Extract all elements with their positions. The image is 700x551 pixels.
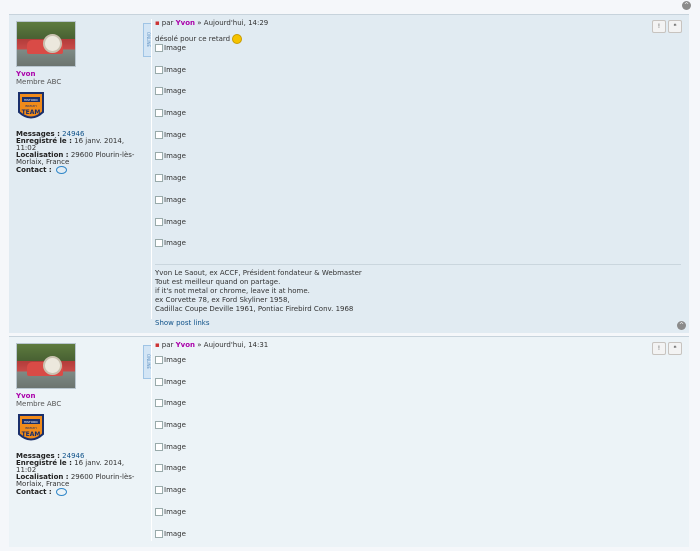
- svg-text:HISTORIC: HISTORIC: [24, 98, 38, 102]
- post-profile: Yvon Membre ABC HISTORIC BREIZH TEAM Mes…: [16, 21, 144, 174]
- contact-label: Contact :: [16, 166, 52, 174]
- post-time: » Aujourd'hui, 14:31: [197, 341, 268, 349]
- smiley-icon: [232, 34, 242, 44]
- image-placeholder[interactable]: Image: [155, 443, 681, 465]
- broken-image-icon: [155, 356, 163, 364]
- by-label: par: [162, 19, 174, 27]
- post-header: ▪par Yvon » Aujourd'hui, 14:29: [155, 19, 681, 27]
- broken-image-icon: [155, 443, 163, 451]
- contact-label: Contact :: [16, 488, 52, 496]
- image-placeholder[interactable]: Image: [155, 87, 681, 109]
- avatar[interactable]: [16, 343, 76, 389]
- quote-button[interactable]: ❝: [668, 342, 682, 355]
- back-to-top-icon[interactable]: ^: [682, 1, 691, 10]
- broken-image-icon: [155, 87, 163, 95]
- post-doc-icon[interactable]: ▪: [155, 341, 160, 349]
- svg-text:TEAM: TEAM: [22, 431, 41, 438]
- post-content: ▪par Yvon » Aujourd'hui, 14:31 Image Ima…: [155, 341, 681, 551]
- show-post-links[interactable]: Show post links: [155, 319, 681, 327]
- top-bar: ^: [0, 0, 700, 12]
- signature: Yvon Le Saout, ex ACCF, Président fondat…: [155, 264, 681, 314]
- broken-image-icon: [155, 530, 163, 538]
- svg-text:TEAM: TEAM: [22, 109, 41, 116]
- image-placeholder[interactable]: Image: [155, 109, 681, 131]
- image-placeholder[interactable]: Image: [155, 131, 681, 153]
- image-placeholder[interactable]: Image: [155, 421, 681, 443]
- image-placeholder[interactable]: Image: [155, 152, 681, 174]
- signature-line: Cadillac Coupe Deville 1961, Pontiac Fir…: [155, 305, 681, 314]
- broken-image-icon: [155, 174, 163, 182]
- signature-line: Yvon Le Saout, ex ACCF, Président fondat…: [155, 269, 681, 278]
- broken-image-icon: [155, 486, 163, 494]
- image-placeholder[interactable]: Image: [155, 508, 681, 530]
- signature-line: ex Corvette 78, ex Ford Skyliner 1958,: [155, 296, 681, 305]
- post-images: Image Image Image Image Image Image Imag…: [155, 44, 681, 261]
- user-rank: Membre ABC: [16, 400, 144, 408]
- broken-image-icon: [155, 109, 163, 117]
- by-label: par: [162, 341, 174, 349]
- historic-breizh-team-badge-icon: HISTORIC BREIZH TEAM: [16, 90, 46, 124]
- image-placeholder[interactable]: Image: [155, 530, 681, 551]
- historic-breizh-team-badge-icon: HISTORIC BREIZH TEAM: [16, 412, 46, 446]
- image-placeholder[interactable]: Image: [155, 464, 681, 486]
- profile-meta: Messages : 24946 Enregistré le : 16 janv…: [16, 131, 144, 174]
- broken-image-icon: [155, 66, 163, 74]
- image-placeholder[interactable]: Image: [155, 399, 681, 421]
- signature-line: if it's not metal or chrome, leave it at…: [155, 287, 681, 296]
- broken-image-icon: [155, 421, 163, 429]
- post-1: Yvon Membre ABC HISTORIC BREIZH TEAM Mes…: [9, 14, 689, 333]
- username[interactable]: Yvon: [16, 70, 144, 78]
- broken-image-icon: [155, 44, 163, 52]
- post-buttons: !❝: [650, 20, 682, 33]
- image-placeholder[interactable]: Image: [155, 356, 681, 378]
- broken-image-icon: [155, 196, 163, 204]
- image-placeholder[interactable]: Image: [155, 66, 681, 88]
- image-placeholder[interactable]: Image: [155, 239, 681, 261]
- quote-button[interactable]: ❝: [668, 20, 682, 33]
- broken-image-icon: [155, 464, 163, 472]
- signature-line: Tout est meilleur quand on partage.: [155, 278, 681, 287]
- profile-divider: [151, 19, 152, 319]
- post-content: ▪par Yvon » Aujourd'hui, 14:29 désolé po…: [155, 19, 681, 327]
- image-placeholder[interactable]: Image: [155, 378, 681, 400]
- broken-image-icon: [155, 399, 163, 407]
- image-placeholder[interactable]: Image: [155, 44, 681, 66]
- contact-bubble-icon[interactable]: [56, 166, 67, 174]
- contact-bubble-icon[interactable]: [56, 488, 67, 496]
- svg-text:HISTORIC: HISTORIC: [24, 420, 38, 424]
- post-buttons: !❝: [650, 342, 682, 355]
- image-placeholder[interactable]: Image: [155, 196, 681, 218]
- svg-text:BREIZH: BREIZH: [25, 426, 36, 430]
- post-author-link[interactable]: Yvon: [176, 341, 195, 349]
- broken-image-icon: [155, 239, 163, 247]
- image-placeholder[interactable]: Image: [155, 174, 681, 196]
- image-placeholder[interactable]: Image: [155, 486, 681, 508]
- profile-divider: [151, 341, 152, 541]
- post-profile: Yvon Membre ABC HISTORIC BREIZH TEAM Mes…: [16, 343, 144, 496]
- profile-meta: Messages : 24946 Enregistré le : 16 janv…: [16, 453, 144, 496]
- post-header: ▪par Yvon » Aujourd'hui, 14:31: [155, 341, 681, 349]
- report-button[interactable]: !: [652, 20, 666, 33]
- username[interactable]: Yvon: [16, 392, 144, 400]
- broken-image-icon: [155, 378, 163, 386]
- post-images: Image Image Image Image Image Image Imag…: [155, 356, 681, 551]
- svg-text:BREIZH: BREIZH: [25, 104, 36, 108]
- post-author-link[interactable]: Yvon: [176, 19, 195, 27]
- image-placeholder[interactable]: Image: [155, 218, 681, 240]
- post-2: Yvon Membre ABC HISTORIC BREIZH TEAM Mes…: [9, 336, 689, 547]
- broken-image-icon: [155, 152, 163, 160]
- report-button[interactable]: !: [652, 342, 666, 355]
- broken-image-icon: [155, 218, 163, 226]
- user-rank: Membre ABC: [16, 78, 144, 86]
- back-to-top-icon[interactable]: ^: [677, 321, 686, 330]
- post-time: » Aujourd'hui, 14:29: [197, 19, 268, 27]
- post-text: désolé pour ce retard: [155, 34, 681, 44]
- post-doc-icon[interactable]: ▪: [155, 19, 160, 27]
- broken-image-icon: [155, 131, 163, 139]
- broken-image-icon: [155, 508, 163, 516]
- avatar[interactable]: [16, 21, 76, 67]
